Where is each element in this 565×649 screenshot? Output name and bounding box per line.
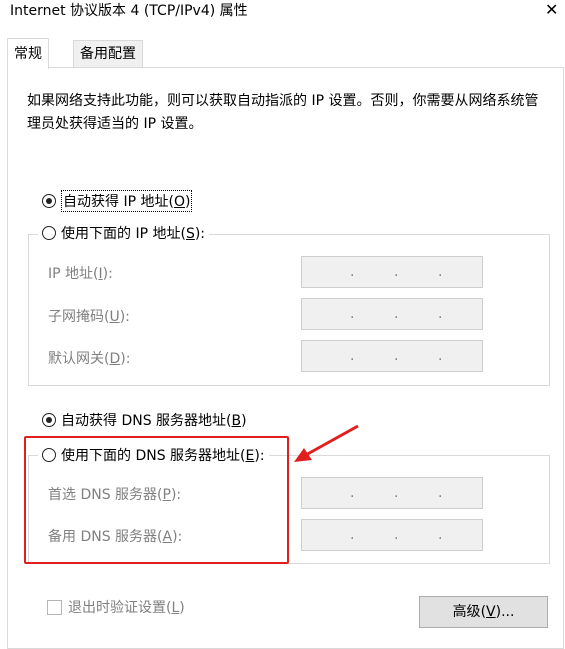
description-text: 如果网络支持此功能，则可以获取自动指派的 IP 设置。否则，你需要从网络系统管理…	[27, 93, 539, 132]
annotation-arrow-icon	[294, 424, 359, 462]
validate-on-exit[interactable]: 退出时验证设置(L)	[47, 597, 185, 617]
radio-auto-ip-label: 自动获得 IP 地址(O)	[61, 190, 193, 212]
subnet-mask-input[interactable]: ...	[301, 298, 483, 330]
radio-auto-ip-indicator[interactable]	[42, 194, 56, 208]
validate-checkbox[interactable]	[47, 599, 62, 615]
subnet-mask-label: 子网掩码(U):	[48, 309, 130, 325]
tab-alternate-config[interactable]: 备用配置	[73, 40, 143, 67]
radio-auto-dns-label: 自动获得 DNS 服务器地址(B)	[61, 413, 247, 429]
radio-manual-ip-label: 使用下面的 IP 地址(S):	[61, 226, 206, 242]
title-bar: Internet 协议版本 4 (TCP/IPv4) 属性 ✕	[0, 0, 565, 22]
radio-auto-ip[interactable]: 自动获得 IP 地址(O)	[42, 190, 193, 212]
radio-auto-dns[interactable]: 自动获得 DNS 服务器地址(B)	[42, 410, 247, 430]
radio-manual-ip-indicator[interactable]	[42, 226, 56, 240]
ip-address-input[interactable]: ...	[301, 256, 483, 288]
preferred-dns-input[interactable]: ...	[301, 477, 483, 509]
highlight-box	[24, 436, 289, 564]
ip-address-label: IP 地址(I):	[48, 266, 113, 282]
tab-general[interactable]: 常规	[7, 38, 49, 69]
close-icon[interactable]: ✕	[545, 0, 558, 19]
alternate-dns-input[interactable]: ...	[301, 519, 483, 551]
default-gateway-label: 默认网关(D):	[48, 351, 131, 367]
default-gateway-input[interactable]: ...	[301, 340, 483, 372]
radio-manual-ip[interactable]: 使用下面的 IP 地址(S):	[38, 223, 210, 243]
radio-auto-dns-indicator[interactable]	[42, 413, 56, 427]
tab-strip: 常规 备用配置	[0, 38, 565, 69]
window-title: Internet 协议版本 4 (TCP/IPv4) 属性	[10, 3, 248, 19]
advanced-button[interactable]: 高级(V)...	[419, 596, 548, 628]
validate-label: 退出时验证设置(L)	[68, 600, 185, 616]
